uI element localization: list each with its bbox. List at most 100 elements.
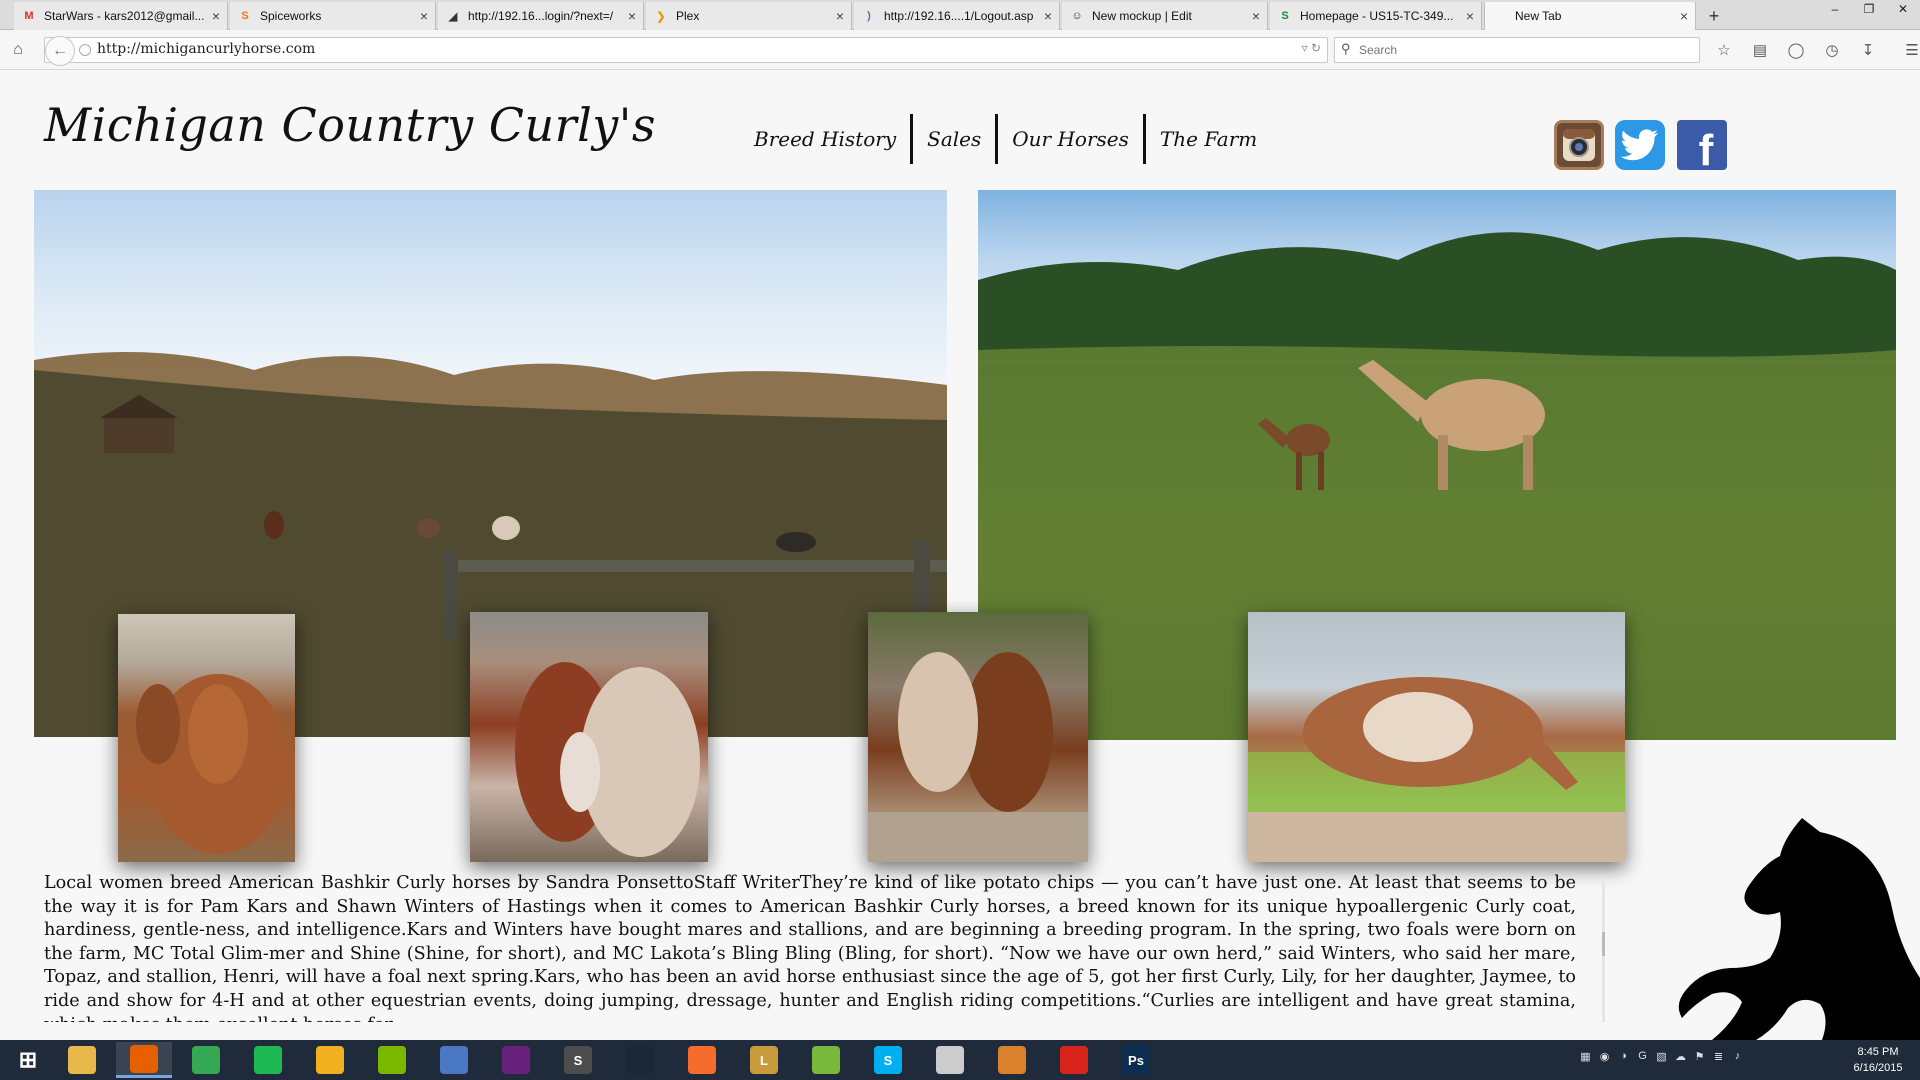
photoshop-icon: Ps	[1122, 1046, 1150, 1074]
app-yellow-icon	[316, 1046, 344, 1074]
emblem-icon	[998, 1046, 1026, 1074]
taskbar-app[interactable]	[922, 1042, 978, 1078]
pinto-curly-thumbnail[interactable]	[470, 612, 708, 862]
minimize-button[interactable]: –	[1818, 0, 1852, 20]
spiceworks-icon: S	[241, 10, 249, 22]
nav-divider	[910, 114, 914, 164]
close-tab-icon[interactable]: ×	[1037, 8, 1059, 24]
new-tab-button[interactable]: +	[1702, 4, 1726, 28]
globe-icon	[79, 44, 91, 56]
browser-tab[interactable]: New Tab ×	[1484, 2, 1696, 30]
spotify-icon	[254, 1046, 282, 1074]
taskbar-app[interactable]	[674, 1042, 730, 1078]
tab-title: http://192.16....1/Logout.asp	[884, 9, 1034, 23]
pocket-icon[interactable]: ◯	[1778, 36, 1814, 64]
taskbar-app[interactable]	[612, 1042, 668, 1078]
home-icon[interactable]: ⌂	[4, 36, 32, 64]
windows-taskbar: ⊞ S L S Ps ▦ ◉ ◑ G ▧ ☁ ⚑ ≣ ♪ 8:45 PM 6/16/20…	[0, 1040, 1920, 1080]
menu-icon[interactable]: ☰	[1894, 36, 1920, 64]
back-arrow-icon[interactable]: ←	[45, 36, 75, 66]
browser-tab[interactable]: S Homepage - US15-TC-349... ×	[1270, 2, 1482, 30]
search-input[interactable]	[1359, 41, 1689, 59]
instagram-icon[interactable]	[1554, 120, 1604, 170]
search-box[interactable]: ⚲	[1334, 37, 1700, 63]
taskbar-app[interactable]	[488, 1042, 544, 1078]
taskbar-app[interactable]: S	[550, 1042, 606, 1078]
taskbar-app[interactable]	[116, 1042, 172, 1078]
tray-gpu-icon[interactable]: ▧	[1652, 1050, 1671, 1063]
taskbar-clock[interactable]: 8:45 PM 6/16/2015	[1840, 1044, 1916, 1076]
two-foals-thumbnail[interactable]	[868, 612, 1088, 862]
dropdown-arrow-icon[interactable]: ▿	[1302, 41, 1308, 55]
restore-button[interactable]: ❐	[1852, 0, 1886, 20]
url-text[interactable]: http://michigancurlyhorse.com	[97, 41, 315, 57]
taskbar-app[interactable]	[798, 1042, 854, 1078]
history-icon[interactable]: ◷	[1814, 36, 1850, 64]
tray-cloud-icon[interactable]: ☁	[1671, 1050, 1690, 1063]
close-tab-icon[interactable]: ×	[1459, 8, 1481, 24]
tray-steam-icon[interactable]: ◑	[1614, 1050, 1633, 1063]
taskbar-app[interactable]	[364, 1042, 420, 1078]
close-tab-icon[interactable]: ×	[1673, 8, 1695, 24]
close-window-button[interactable]: ✕	[1886, 0, 1920, 20]
browser-tab[interactable]: ◢ http://192.16...login/?next=/ ×	[438, 2, 644, 30]
nav-divider	[1142, 114, 1146, 164]
close-tab-icon[interactable]: ×	[1245, 8, 1267, 24]
close-tab-icon[interactable]: ×	[621, 8, 643, 24]
taskbar-app[interactable]	[178, 1042, 234, 1078]
taskbar-app[interactable]: L	[736, 1042, 792, 1078]
tab-title: StarWars - kars2012@gmail...	[44, 9, 205, 23]
browser-tab[interactable]: ❯ Plex ×	[646, 2, 852, 30]
taskbar-app[interactable]: S	[860, 1042, 916, 1078]
tray-windows-icon[interactable]: ▦	[1576, 1050, 1595, 1063]
clock-time: 8:45 PM	[1857, 1046, 1899, 1058]
browser-tab[interactable]: ) http://192.16....1/Logout.asp ×	[854, 2, 1060, 30]
article-scroll-thumb[interactable]	[1602, 932, 1605, 956]
clock-date: 6/16/2015	[1853, 1062, 1903, 1074]
twitter-icon[interactable]	[1615, 120, 1665, 170]
chrome-icon	[192, 1046, 220, 1074]
taskbar-app[interactable]	[426, 1042, 482, 1078]
tray-volume-icon[interactable]: ♪	[1728, 1050, 1747, 1063]
taskbar-app[interactable]	[1046, 1042, 1102, 1078]
close-tab-icon[interactable]: ×	[413, 8, 435, 24]
close-tab-icon[interactable]: ×	[205, 8, 227, 24]
window-controls: – ❐ ✕	[1818, 0, 1920, 20]
taskbar-app[interactable]: ⊞	[0, 1042, 56, 1078]
reading-list-icon[interactable]: ▤	[1742, 36, 1778, 64]
reload-icon[interactable]: ↻	[1311, 41, 1321, 55]
facebook-icon[interactable]: f	[1677, 120, 1727, 175]
nav-our-horses[interactable]: Our Horses	[1004, 127, 1137, 151]
nav-breed-history[interactable]: Breed History	[746, 127, 904, 151]
taskbar-app[interactable]	[54, 1042, 110, 1078]
close-tab-icon[interactable]: ×	[829, 8, 851, 24]
download-icon[interactable]: ↧	[1850, 36, 1886, 64]
browser-tab[interactable]: M StarWars - kars2012@gmail... ×	[14, 2, 228, 30]
taskbar-app[interactable]: Ps	[1108, 1042, 1164, 1078]
nav-the-farm[interactable]: The Farm	[1152, 127, 1265, 151]
tray-flag-icon[interactable]: ⚑	[1690, 1050, 1709, 1063]
grazing-pinto-thumbnail[interactable]	[1248, 612, 1625, 862]
site-title[interactable]: Michigan Country Curly's	[44, 98, 656, 152]
windows-start-icon: ⊞	[18, 1047, 38, 1072]
taskbar-app[interactable]	[984, 1042, 1040, 1078]
taskbar-app[interactable]	[302, 1042, 358, 1078]
sublime-icon: S	[564, 1046, 592, 1074]
curly-foal-thumbnail[interactable]	[118, 614, 295, 862]
address-bar[interactable]: ← http://michigancurlyhorse.com ▿ ↻	[44, 36, 1328, 66]
rearing-horse-logo	[1678, 818, 1920, 1040]
wifi-icon: )	[867, 10, 871, 22]
tray-g-icon[interactable]: G	[1633, 1050, 1652, 1063]
nav-sales[interactable]: Sales	[919, 127, 989, 151]
tray-chrome-icon[interactable]: ◉	[1595, 1050, 1614, 1063]
browser-tab[interactable]: ☺ New mockup | Edit ×	[1062, 2, 1268, 30]
tab-title: New Tab	[1515, 9, 1562, 23]
taskbar-app[interactable]	[240, 1042, 296, 1078]
vmware-icon	[378, 1046, 406, 1074]
gmail-icon: M	[24, 10, 34, 22]
browser-tab[interactable]: S Spiceworks ×	[230, 2, 436, 30]
origin-icon	[688, 1046, 716, 1074]
acrobat-icon	[1060, 1046, 1088, 1074]
tray-network-icon[interactable]: ≣	[1709, 1050, 1728, 1063]
bookmark-star-icon[interactable]: ☆	[1706, 36, 1742, 64]
